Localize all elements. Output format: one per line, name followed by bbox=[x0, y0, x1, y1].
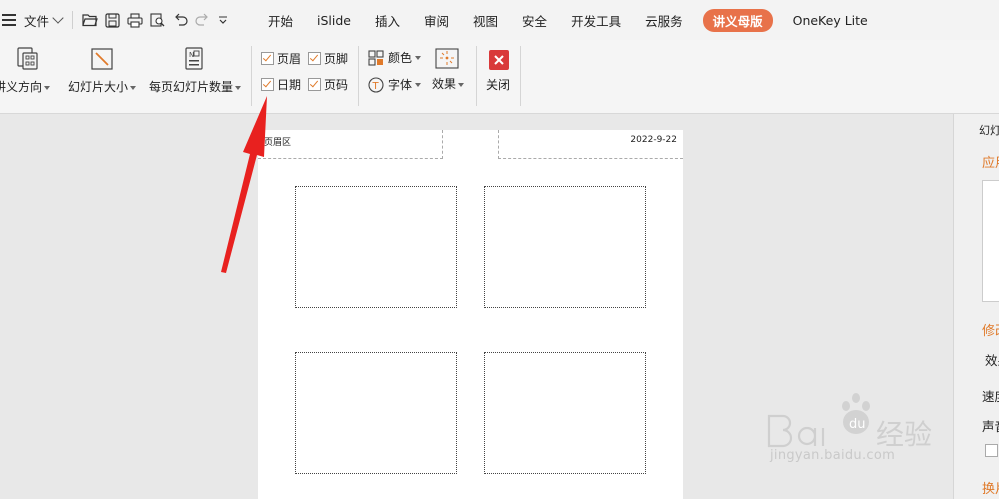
header-placeholder[interactable]: 页眉区 bbox=[258, 130, 443, 159]
handout-orientation-label: 讲义方向 bbox=[0, 80, 43, 94]
effects-button[interactable]: 效果 bbox=[432, 46, 465, 92]
chevron-down-icon[interactable] bbox=[52, 12, 64, 24]
date-checkbox[interactable]: 日期 bbox=[261, 76, 301, 93]
tab-handout-master[interactable]: 讲义母版 bbox=[702, 8, 773, 32]
slides-per-page-label: 每页幻灯片数量 bbox=[149, 80, 234, 94]
ribbon-divider bbox=[520, 46, 521, 106]
tab-view[interactable]: 视图 bbox=[461, 11, 510, 30]
quick-access-toolbar bbox=[82, 12, 236, 28]
redo-icon[interactable] bbox=[195, 13, 210, 27]
svg-text:du: du bbox=[849, 417, 866, 432]
tab-security[interactable]: 安全 bbox=[510, 11, 559, 30]
menu-tabs: 开始 iSlide 插入 审阅 视图 安全 开发工具 云服务 讲义母版 OneK… bbox=[256, 0, 880, 40]
slide-thumbnail-placeholder[interactable] bbox=[295, 186, 457, 308]
change-slide-section-label: 换片 bbox=[982, 482, 999, 497]
effects-icon bbox=[435, 48, 459, 69]
transition-list[interactable] bbox=[982, 180, 999, 302]
handout-orientation-button[interactable]: 讲义方向 bbox=[0, 46, 51, 95]
effect-option-label: 效果 bbox=[985, 353, 999, 368]
svg-text:T: T bbox=[372, 81, 380, 92]
colors-label: 颜色 bbox=[388, 51, 413, 65]
date-placeholder-text: 2022-9-22 bbox=[630, 135, 677, 145]
watermark-url: jingyan.baidu.com bbox=[770, 448, 896, 463]
loop-sound-checkbox[interactable] bbox=[985, 444, 998, 457]
print-preview-icon[interactable] bbox=[150, 12, 166, 28]
slide-thumbnail-placeholder[interactable] bbox=[484, 352, 646, 474]
footer-checkbox[interactable]: 页脚 bbox=[308, 50, 348, 67]
tab-insert[interactable]: 插入 bbox=[363, 11, 412, 30]
divider bbox=[72, 11, 74, 29]
customize-dropdown-icon[interactable] bbox=[217, 14, 229, 26]
header-checkbox-label: 页眉 bbox=[277, 52, 302, 66]
save-icon[interactable] bbox=[105, 12, 120, 28]
colors-dropdown[interactable]: 颜色 bbox=[368, 49, 422, 66]
undo-icon[interactable] bbox=[173, 13, 188, 27]
fonts-icon: T bbox=[368, 76, 384, 93]
dropdown-caret-icon bbox=[130, 85, 137, 90]
fonts-dropdown[interactable]: T 字体 bbox=[368, 76, 422, 93]
tab-cloud[interactable]: 云服务 bbox=[633, 11, 695, 30]
slides-per-page-icon: N bbox=[185, 47, 203, 70]
modify-section-label: 修改 bbox=[982, 324, 999, 339]
close-master-view-button[interactable]: 关闭 bbox=[486, 46, 510, 93]
tab-islide[interactable]: iSlide bbox=[305, 13, 363, 28]
ribbon-divider bbox=[476, 46, 477, 106]
dropdown-caret-icon bbox=[235, 85, 242, 90]
ribbon-divider bbox=[358, 46, 359, 106]
fonts-label: 字体 bbox=[388, 78, 413, 92]
open-folder-icon[interactable] bbox=[82, 13, 98, 27]
close-label: 关闭 bbox=[486, 78, 511, 92]
svg-text:N: N bbox=[189, 51, 194, 59]
date-placeholder[interactable]: 2022-9-22 bbox=[498, 130, 683, 159]
footer-checkbox-label: 页脚 bbox=[324, 52, 349, 66]
checkbox-checked-icon[interactable] bbox=[308, 78, 321, 91]
speed-label: 速度 bbox=[982, 389, 999, 404]
slides-per-page-button[interactable]: N 每页幻灯片数量 bbox=[149, 46, 242, 95]
header-placeholder-text: 页眉区 bbox=[264, 138, 292, 148]
ribbon: 讲义方向 幻灯片大小 N 每页幻灯片数量 页眉 页脚 日期 页码 颜色 T 字体… bbox=[0, 40, 999, 114]
svg-text:经验: 经验 bbox=[876, 418, 932, 451]
slide-size-button[interactable]: 幻灯片大小 bbox=[68, 46, 137, 95]
hamburger-menu-icon[interactable] bbox=[2, 14, 18, 26]
tab-onekey-lite[interactable]: OneKey Lite bbox=[781, 13, 880, 28]
checkbox-checked-icon[interactable] bbox=[261, 52, 274, 65]
checkbox-checked-icon[interactable] bbox=[261, 78, 274, 91]
apply-section-label: 应用 bbox=[982, 156, 999, 171]
slide-thumbnail-placeholder[interactable] bbox=[295, 352, 457, 474]
panel-title: 幻灯 bbox=[979, 124, 999, 137]
tab-developer[interactable]: 开发工具 bbox=[559, 11, 633, 30]
slide-size-icon bbox=[91, 48, 113, 70]
checkbox-checked-icon[interactable] bbox=[308, 52, 321, 65]
page-number-checkbox-label: 页码 bbox=[324, 78, 349, 92]
slide-thumbnail-placeholder[interactable] bbox=[484, 186, 646, 308]
page-number-checkbox[interactable]: 页码 bbox=[308, 76, 348, 93]
handout-master-page[interactable]: 页眉区 2022-9-22 bbox=[258, 130, 683, 499]
sound-label: 声音 bbox=[982, 419, 999, 434]
ribbon-divider bbox=[251, 46, 252, 106]
tab-review[interactable]: 审阅 bbox=[412, 11, 461, 30]
dropdown-caret-icon bbox=[458, 82, 465, 87]
date-checkbox-label: 日期 bbox=[277, 78, 302, 92]
dropdown-caret-icon bbox=[415, 55, 422, 60]
file-menu[interactable]: 文件 bbox=[24, 11, 49, 30]
header-checkbox[interactable]: 页眉 bbox=[261, 50, 301, 67]
handout-orientation-icon bbox=[17, 47, 38, 70]
tab-home[interactable]: 开始 bbox=[256, 11, 305, 30]
slide-size-label: 幻灯片大小 bbox=[68, 80, 129, 94]
close-icon bbox=[489, 50, 509, 70]
dropdown-caret-icon bbox=[415, 82, 422, 87]
menu-bar: 文件 开始 iSlide 插入 审阅 视图 安全 开发工具 云服务 讲义母版 O… bbox=[0, 0, 999, 40]
print-icon[interactable] bbox=[127, 12, 143, 28]
baidu-watermark-logo: du 经验 bbox=[767, 393, 932, 451]
effects-label: 效果 bbox=[432, 77, 457, 91]
colors-icon bbox=[368, 49, 384, 66]
dropdown-caret-icon bbox=[44, 85, 51, 90]
